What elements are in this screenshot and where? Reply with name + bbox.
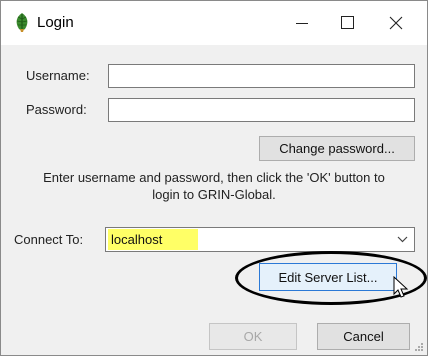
title-bar[interactable]: Login <box>1 1 427 45</box>
maximize-button[interactable] <box>325 1 371 45</box>
password-label: Password: <box>26 102 87 117</box>
instructions-line-2: login to GRIN-Global. <box>152 187 276 202</box>
minimize-icon <box>296 23 308 24</box>
ok-button[interactable]: OK <box>209 323 297 350</box>
password-field[interactable] <box>108 98 415 122</box>
close-button[interactable] <box>373 1 419 45</box>
minimize-button[interactable] <box>279 1 325 45</box>
chevron-down-icon[interactable] <box>397 236 408 243</box>
connect-to-label: Connect To: <box>14 232 84 247</box>
username-label: Username: <box>26 68 90 83</box>
username-field[interactable] <box>108 64 415 88</box>
window-title: Login <box>37 14 74 31</box>
server-selected-value: localhost <box>108 229 198 250</box>
login-window: Login Username: Password: Change passwor… <box>0 0 428 356</box>
close-icon <box>389 16 403 30</box>
maximize-icon <box>341 16 354 29</box>
grin-global-leaf-icon <box>16 13 28 32</box>
server-combobox[interactable]: localhost <box>105 227 415 252</box>
cancel-button[interactable]: Cancel <box>317 323 410 350</box>
mouse-cursor-icon <box>393 276 409 298</box>
change-password-button[interactable]: Change password... <box>259 136 415 161</box>
instructions-line-1: Enter username and password, then click … <box>43 170 385 185</box>
instructions-text: Enter username and password, then click … <box>15 169 413 203</box>
resize-grip-icon[interactable] <box>414 342 424 352</box>
